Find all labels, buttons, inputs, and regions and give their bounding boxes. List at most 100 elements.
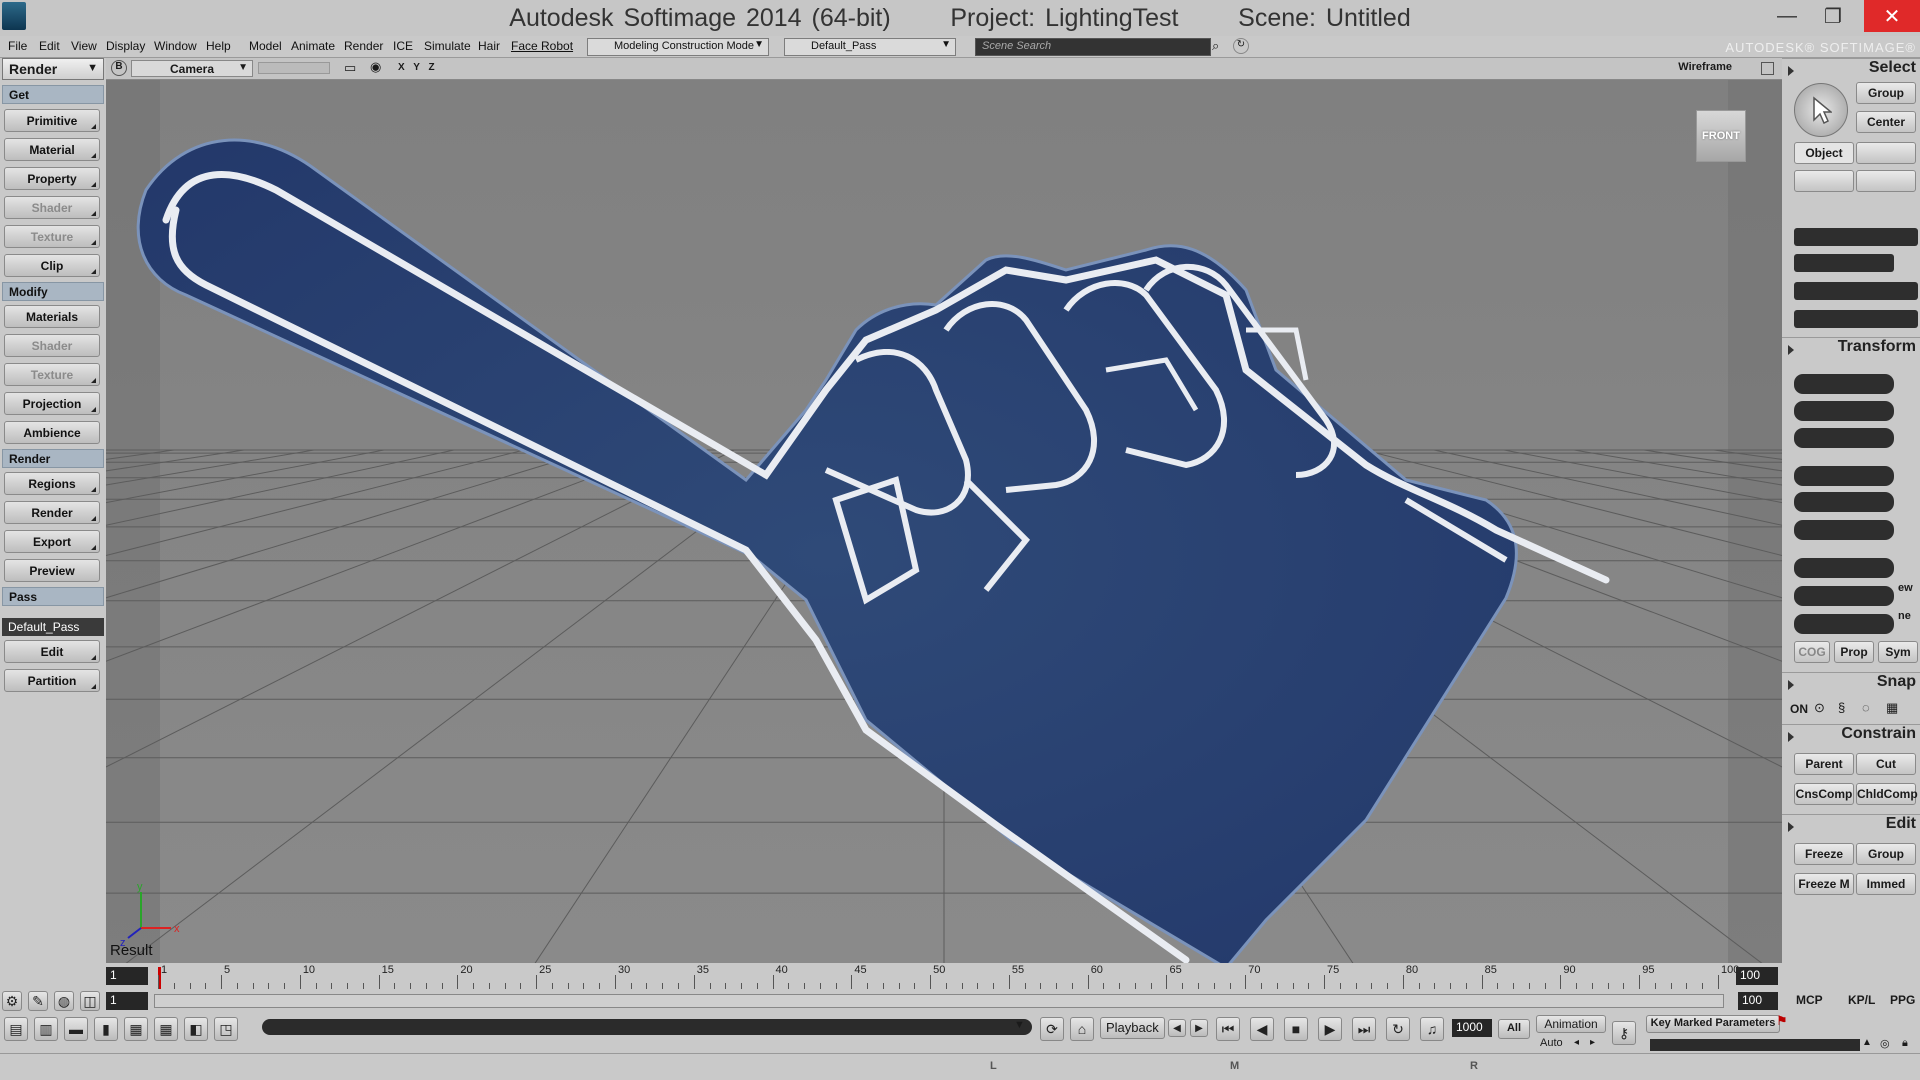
camera-dropdown[interactable]: Camera ▼ bbox=[131, 60, 253, 77]
ambience-button[interactable]: Ambience bbox=[4, 421, 100, 444]
stop-icon[interactable]: ■ bbox=[1284, 1017, 1308, 1041]
split-icon[interactable]: ◫ bbox=[80, 991, 100, 1011]
last-frame-icon[interactable]: ⏭ bbox=[1352, 1017, 1376, 1041]
menu-render[interactable]: Render bbox=[344, 39, 383, 53]
globe-icon[interactable]: ◍ bbox=[54, 991, 74, 1011]
texture-button[interactable]: Texture bbox=[4, 225, 100, 248]
construction-mode-dropdown[interactable]: Modeling Construction Mode ▼ bbox=[587, 38, 769, 56]
tab-ppg[interactable]: PPG bbox=[1884, 991, 1920, 1011]
prev-key-arrow-icon[interactable]: ◂ bbox=[1574, 1037, 1579, 1048]
freeze-m-button[interactable]: Freeze M bbox=[1794, 873, 1854, 895]
primitive-button[interactable]: Primitive bbox=[4, 109, 100, 132]
lock-icon[interactable]: ⌂ bbox=[1070, 1017, 1094, 1041]
preview-button[interactable]: Preview bbox=[4, 559, 100, 582]
snap-curve-icon[interactable]: § bbox=[1838, 700, 1845, 715]
tab-mcp[interactable]: MCP bbox=[1790, 991, 1829, 1011]
section-get[interactable]: Get bbox=[2, 85, 104, 104]
select-tool-button[interactable] bbox=[1794, 83, 1848, 137]
close-button[interactable]: ✕ bbox=[1864, 0, 1920, 32]
selection-field-3[interactable] bbox=[1794, 310, 1918, 328]
tab-kpl[interactable]: KP/L bbox=[1842, 991, 1881, 1011]
menu-ice[interactable]: ICE bbox=[393, 39, 413, 53]
snap-on-toggle[interactable]: ON bbox=[1790, 702, 1808, 716]
range-slider[interactable] bbox=[154, 994, 1724, 1008]
record-icon[interactable]: ◎ bbox=[1880, 1037, 1890, 1050]
search-icon[interactable]: ⌕ bbox=[1212, 38, 1228, 56]
menu-animate[interactable]: Animate bbox=[291, 39, 335, 53]
translate-field-z[interactable] bbox=[1794, 614, 1894, 634]
modify-shader-button[interactable]: Shader bbox=[4, 334, 100, 357]
axis-toggle-labels[interactable]: X Y Z bbox=[398, 62, 438, 73]
projection-button[interactable]: Projection bbox=[4, 392, 100, 415]
selection-filter-field[interactable] bbox=[1794, 254, 1894, 272]
edit-header[interactable]: Edit bbox=[1782, 814, 1920, 836]
minimize-button[interactable]: — bbox=[1764, 0, 1810, 32]
clip-button[interactable]: Clip bbox=[4, 254, 100, 277]
selection-field-2[interactable] bbox=[1794, 282, 1918, 300]
view-mode-label[interactable]: ew bbox=[1898, 582, 1913, 594]
translate-field-y[interactable] bbox=[1794, 586, 1894, 606]
cut-button[interactable]: Cut bbox=[1856, 753, 1916, 775]
layout-4-icon[interactable]: ▮ bbox=[94, 1017, 118, 1041]
current-frame-field[interactable]: 1 bbox=[106, 992, 148, 1010]
partition-button[interactable]: Partition bbox=[4, 669, 100, 692]
select-header[interactable]: Select bbox=[1782, 58, 1920, 80]
transform-header[interactable]: Transform bbox=[1782, 337, 1920, 359]
menu-simulate[interactable]: Simulate bbox=[424, 39, 471, 53]
layout-2-icon[interactable]: ▥ bbox=[34, 1017, 58, 1041]
select-blank-button-3[interactable] bbox=[1856, 170, 1916, 192]
maximize-button[interactable]: ❐ bbox=[1810, 0, 1856, 32]
pass-dropdown[interactable]: Default_Pass ▼ bbox=[784, 38, 956, 56]
viewport-letter-button[interactable]: B bbox=[111, 60, 127, 76]
menu-model[interactable]: Model bbox=[249, 39, 282, 53]
parent-button[interactable]: Parent bbox=[1794, 753, 1854, 775]
cnscomp-button[interactable]: CnsComp bbox=[1794, 783, 1854, 805]
range-end-field[interactable]: 100 bbox=[1738, 992, 1778, 1010]
sym-button[interactable]: Sym bbox=[1878, 641, 1918, 663]
layout-7-icon[interactable]: ◧ bbox=[184, 1017, 208, 1041]
snap-point-icon[interactable]: ⊙ bbox=[1814, 700, 1825, 716]
timeline-track[interactable]: 1 5 10 15 20 25 30 35 40 45 50 55 60 65 70 75 80 85 90 95 10… bbox=[158, 963, 1739, 991]
section-modify[interactable]: Modify bbox=[2, 282, 104, 301]
padlock-icon[interactable]: 🔒︎ bbox=[1902, 1037, 1908, 1050]
snap-surface-icon[interactable]: ◌ bbox=[1862, 700, 1870, 715]
auto-key-toggle[interactable]: Auto bbox=[1540, 1037, 1563, 1049]
playback-frame-field[interactable]: 1000 bbox=[1452, 1019, 1492, 1037]
property-button[interactable]: Property bbox=[4, 167, 100, 190]
layout-icon[interactable]: ⚙ bbox=[2, 991, 22, 1011]
command-line-input[interactable] bbox=[262, 1019, 1032, 1035]
scale-field-y[interactable] bbox=[1794, 401, 1894, 421]
key-marked-parameters-button[interactable]: Key Marked Parameters bbox=[1646, 1015, 1780, 1033]
export-button[interactable]: Export bbox=[4, 530, 100, 553]
scale-field[interactable] bbox=[1794, 374, 1894, 394]
rotate-field-z[interactable] bbox=[1794, 520, 1894, 540]
materials-button[interactable]: Materials bbox=[4, 305, 100, 328]
current-pass-field[interactable]: Default_Pass bbox=[2, 618, 104, 636]
selection-field[interactable] bbox=[1794, 228, 1918, 246]
tools-icon[interactable]: ✎ bbox=[28, 991, 48, 1011]
scene-search-input[interactable]: Scene Search bbox=[975, 38, 1211, 56]
snap-header[interactable]: Snap bbox=[1782, 672, 1920, 694]
3d-viewport[interactable]: y x z FRONT Result bbox=[106, 80, 1782, 963]
edit-group-button[interactable]: Group bbox=[1856, 843, 1916, 865]
regions-button[interactable]: Regions bbox=[4, 472, 100, 495]
menu-file[interactable]: File bbox=[8, 39, 27, 53]
next-key-icon[interactable]: ▶ bbox=[1190, 1019, 1208, 1037]
select-center-button[interactable]: Center bbox=[1856, 111, 1916, 133]
snap-grid-icon[interactable]: ▦ bbox=[1886, 700, 1898, 716]
material-button[interactable]: Material bbox=[4, 138, 100, 161]
render-button[interactable]: Render bbox=[4, 501, 100, 524]
prev-key-icon[interactable]: ◀ bbox=[1168, 1019, 1186, 1037]
freeze-button[interactable]: Freeze bbox=[1794, 843, 1854, 865]
audio-icon[interactable]: ♫ bbox=[1420, 1017, 1444, 1041]
all-button[interactable]: All bbox=[1498, 1019, 1530, 1039]
maximize-viewport-icon[interactable] bbox=[1761, 62, 1774, 75]
layout-8-icon[interactable]: ◳ bbox=[214, 1017, 238, 1041]
menu-edit[interactable]: Edit bbox=[39, 39, 60, 53]
display-mode-menu[interactable]: Wireframe bbox=[1678, 61, 1732, 73]
key-icon[interactable]: ⚷ bbox=[1612, 1021, 1636, 1045]
toolbar-selector[interactable]: Render ▼ bbox=[2, 58, 104, 80]
menu-view[interactable]: View bbox=[71, 39, 97, 53]
menu-hair[interactable]: Hair bbox=[478, 39, 500, 53]
select-blank-button-2[interactable] bbox=[1794, 170, 1854, 192]
